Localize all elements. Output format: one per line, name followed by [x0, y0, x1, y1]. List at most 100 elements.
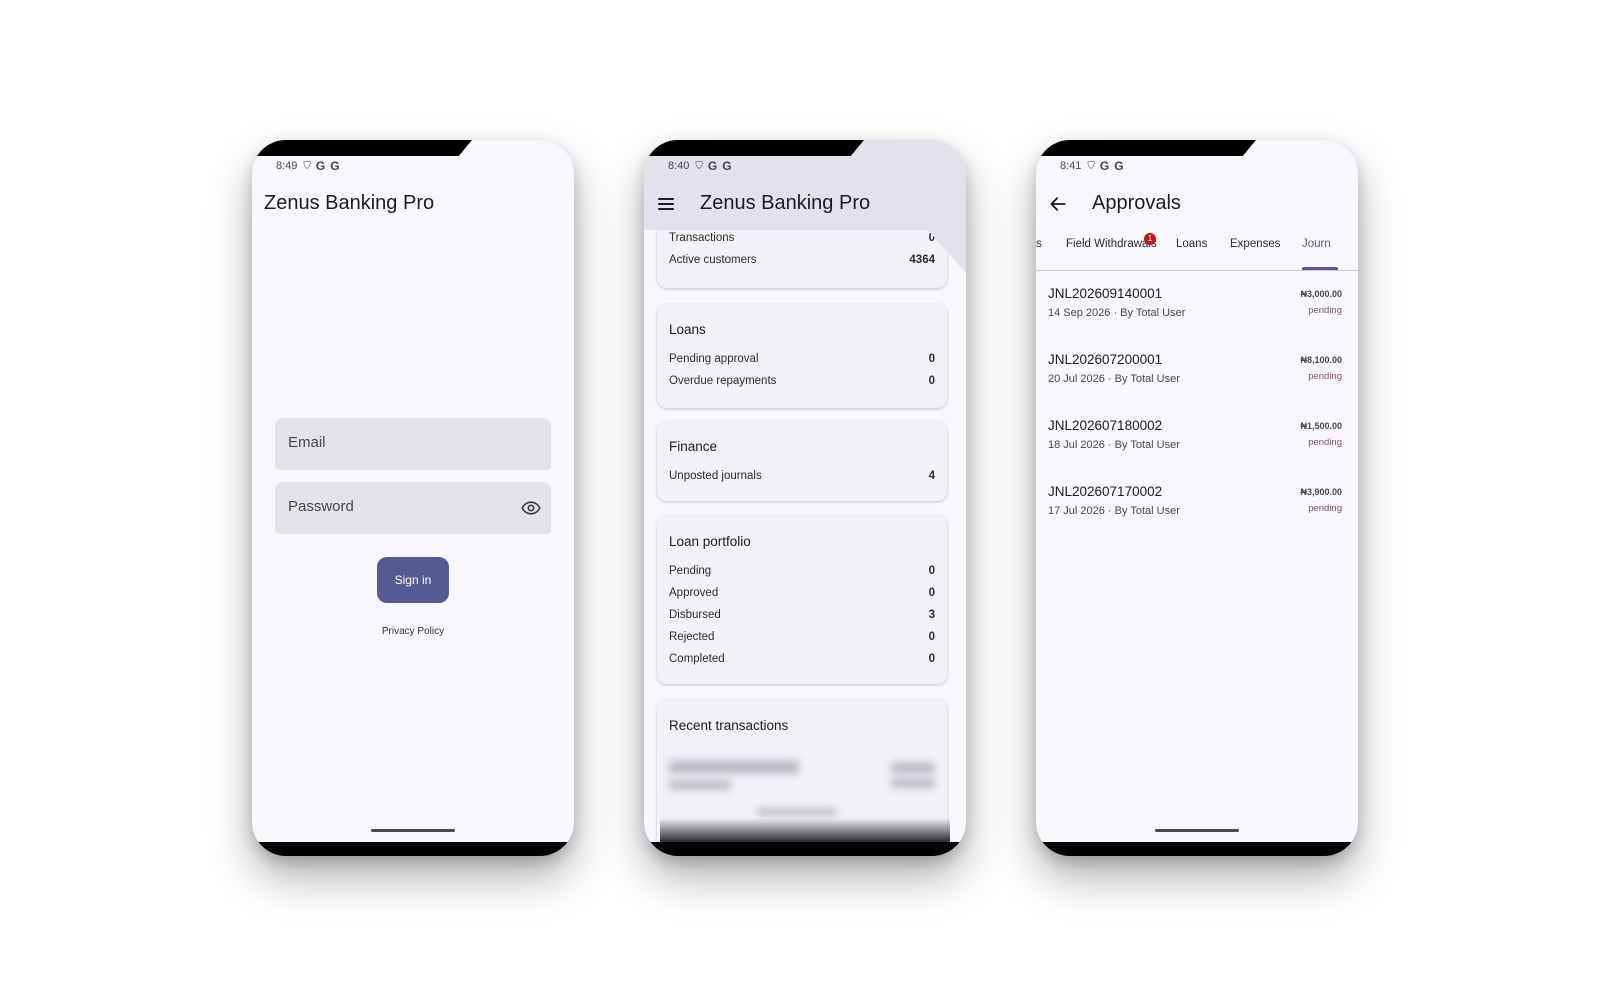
stat-value: 0 [928, 653, 935, 665]
status-time: 8:40 [668, 160, 690, 172]
journal-id: JNL202607200001 [1048, 352, 1163, 367]
camera-cutout [644, 140, 864, 156]
tab-expenses[interactable]: Expenses [1230, 238, 1281, 250]
home-indicator[interactable] [1155, 829, 1239, 832]
loan-portfolio-card[interactable]: Loan portfolio Pending 0 Approved 0 Disb… [657, 516, 947, 684]
card-title: Recent transactions [669, 718, 789, 733]
journal-meta: 14 Sep 2026 · By Total User [1048, 307, 1186, 319]
password-placeholder: Password [288, 498, 354, 515]
stat-row: Transactions 0 [669, 232, 935, 244]
stat-value: 0 [928, 587, 935, 599]
journal-id: JNL202609140001 [1048, 286, 1163, 301]
journal-amount: ₦8,100.00 [1300, 355, 1342, 365]
blurred-transaction [669, 760, 799, 774]
journal-item[interactable]: JNL202607170002 17 Jul 2026 · By Total U… [1048, 484, 1342, 528]
journal-meta: 17 Jul 2026 · By Total User [1048, 505, 1180, 517]
journal-status: pending [1308, 503, 1342, 514]
google-icon: G [315, 159, 326, 173]
finance-card[interactable]: Finance Unposted journals 4 [657, 421, 947, 501]
stat-row: Approved 0 [669, 587, 935, 599]
stat-row: Overdue repayments 0 [669, 375, 935, 387]
bottom-bezel [1036, 842, 1358, 856]
status-bar: 8:40 ⛉ G G [668, 159, 732, 173]
journal-status: pending [1308, 371, 1342, 382]
password-field[interactable]: Password [275, 482, 551, 534]
loans-card[interactable]: Loans Pending approval 0 Overdue repayme… [657, 304, 947, 408]
google-icon: G [1099, 159, 1110, 173]
dashboard-screen: 8:40 ⛉ G G Zenus Banking Pro Transaction… [644, 140, 966, 856]
card-title: Finance [669, 439, 718, 454]
tab-divider [1036, 270, 1358, 271]
journal-amount: ₦3,900.00 [1300, 487, 1342, 497]
stat-value: 4 [928, 470, 935, 482]
stat-row: Active customers 4364 [669, 254, 935, 266]
status-time: 8:41 [1060, 160, 1082, 172]
google-icon: G [1114, 159, 1124, 173]
journal-status: pending [1308, 437, 1342, 448]
stat-row: Disbursed 3 [669, 609, 935, 621]
stat-value: 0 [928, 565, 935, 577]
stat-label: Pending [669, 565, 712, 577]
journal-status: pending [1308, 305, 1342, 316]
journal-item[interactable]: JNL202607200001 20 Jul 2026 · By Total U… [1048, 352, 1342, 396]
journal-item[interactable]: JNL202607180002 18 Jul 2026 · By Total U… [1048, 418, 1342, 462]
google-icon: G [722, 159, 732, 173]
journal-meta: 20 Jul 2026 · By Total User [1048, 373, 1180, 385]
show-password-icon[interactable] [521, 498, 541, 518]
page-title: Approvals [1092, 192, 1181, 214]
journal-item[interactable]: JNL202609140001 14 Sep 2026 · By Total U… [1048, 286, 1342, 330]
home-indicator[interactable] [371, 829, 455, 832]
email-field[interactable]: Email [275, 418, 551, 470]
stat-row: Pending approval 0 [669, 353, 935, 365]
stat-label: Completed [669, 653, 725, 665]
privacy-policy-link[interactable]: Privacy Policy [252, 626, 574, 637]
stat-label: Disbursed [669, 609, 721, 621]
stat-label: Pending approval [669, 353, 759, 365]
blurred-transaction [891, 762, 935, 774]
blurred-transaction [891, 778, 935, 788]
stat-value: 0 [928, 631, 935, 643]
stat-label: Rejected [669, 631, 715, 643]
app-title: Zenus Banking Pro [264, 192, 435, 214]
blurred-transaction [669, 780, 731, 790]
stat-value: 0 [928, 375, 935, 387]
status-time: 8:49 [276, 160, 298, 172]
camera-cutout [1036, 140, 1256, 156]
journal-id: JNL202607170002 [1048, 484, 1163, 499]
tab-journals[interactable]: Journ [1302, 238, 1331, 250]
stat-value: 3 [928, 609, 935, 621]
stat-row: Unposted journals 4 [669, 470, 935, 482]
stat-label: Transactions [669, 232, 735, 244]
stat-value: 4364 [909, 254, 935, 266]
google-icon: G [330, 159, 340, 173]
stat-row: Pending 0 [669, 565, 935, 577]
stat-label: Active customers [669, 254, 757, 266]
sign-in-button[interactable]: Sign in [377, 557, 449, 603]
journal-amount: ₦1,500.00 [1300, 421, 1342, 431]
shield-icon: ⛉ [695, 160, 703, 172]
bottom-bezel [644, 842, 966, 856]
card-title: Loans [669, 322, 706, 337]
tab-partial[interactable]: s [1036, 238, 1042, 250]
journal-id: JNL202607180002 [1048, 418, 1163, 433]
card-title: Loan portfolio [669, 534, 751, 549]
tab-loans[interactable]: Loans [1176, 238, 1207, 250]
bottom-bezel [252, 842, 574, 856]
menu-icon[interactable] [658, 198, 674, 210]
status-bar: 8:49 ⛉ G G [276, 159, 340, 173]
notification-badge: 1 [1144, 233, 1156, 245]
back-arrow-icon[interactable] [1048, 194, 1068, 214]
journal-amount: ₦3,000.00 [1300, 289, 1342, 299]
shield-icon: ⛉ [1087, 160, 1095, 172]
tab-bar: s Field Withdrawals Loans Expenses Journ [1036, 238, 1358, 270]
login-screen: 8:49 ⛉ G G Zenus Banking Pro Email Passw… [252, 140, 574, 856]
email-placeholder: Email [288, 434, 326, 451]
stat-label: Unposted journals [669, 470, 762, 482]
app-title: Zenus Banking Pro [700, 192, 871, 214]
stat-label: Overdue repayments [669, 375, 777, 387]
approvals-screen: 8:41 ⛉ G G Approvals s Field Withdrawals… [1036, 140, 1358, 856]
camera-cutout [252, 140, 472, 156]
active-tab-indicator [1302, 267, 1338, 270]
stat-row: Completed 0 [669, 653, 935, 665]
stat-row: Rejected 0 [669, 631, 935, 643]
